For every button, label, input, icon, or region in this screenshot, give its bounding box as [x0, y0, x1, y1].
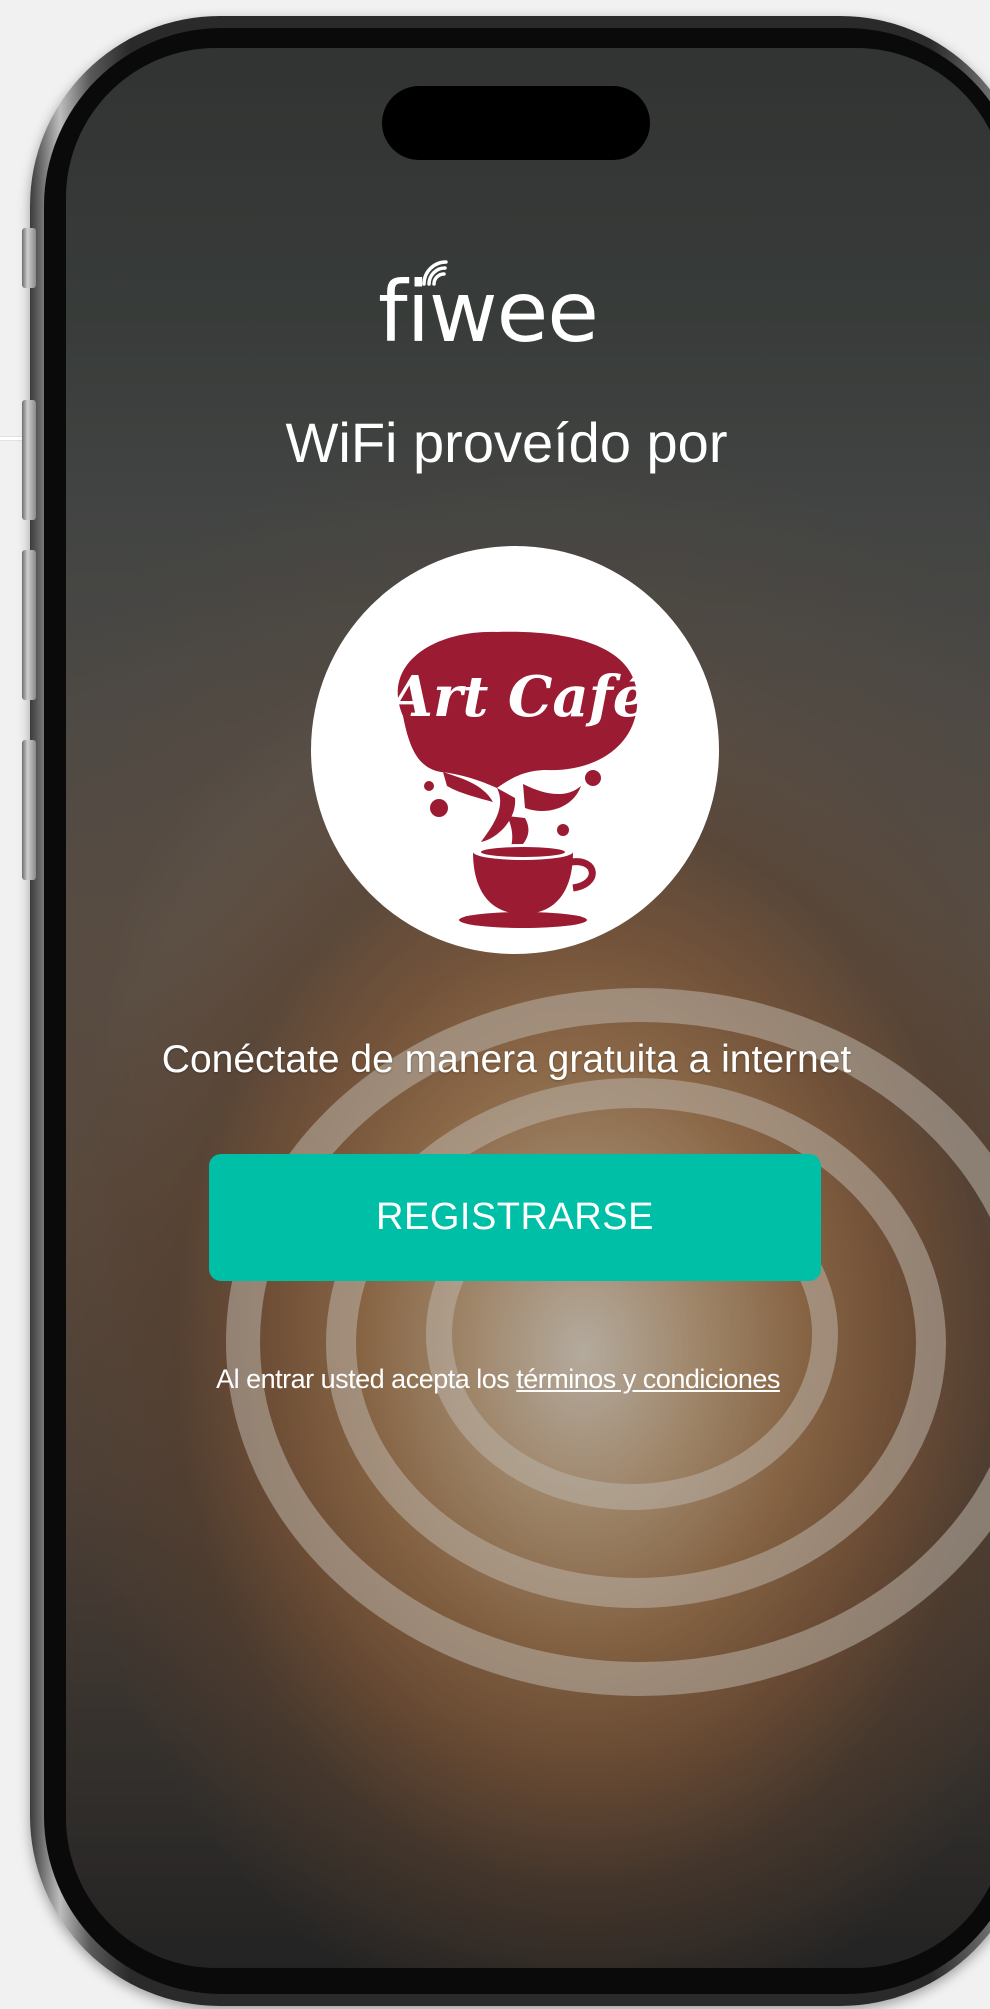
- terms-notice: Al entrar usted acepta los términos y co…: [0, 1362, 990, 1396]
- provided-by-label: WiFi proveído por: [285, 411, 728, 474]
- terms-prefix: Al entrar usted acepta los: [216, 1364, 517, 1394]
- phone-side-button: [22, 740, 36, 880]
- brand-name: fiwee: [378, 263, 599, 361]
- mockup-stage: fiwee WiFi proveído por Art Café Conécta…: [0, 0, 990, 2009]
- venue-logo: Art Café: [311, 546, 719, 954]
- tagline: Conéctate de manera gratuita a internet: [161, 1038, 852, 1081]
- wifi-signal-icon: [422, 260, 448, 286]
- register-button[interactable]: REGISTRARSE: [209, 1154, 821, 1281]
- dynamic-island: [382, 86, 650, 160]
- phone-side-button-action: [22, 228, 36, 288]
- terms-link[interactable]: términos y condiciones: [516, 1364, 780, 1394]
- venue-logo-text: Art Café: [385, 664, 649, 730]
- fiwee-logo: fiwee: [378, 260, 608, 372]
- coffee-cup-splash-icon: Art Café: [385, 631, 649, 928]
- phone-side-button-volume-down: [22, 550, 36, 700]
